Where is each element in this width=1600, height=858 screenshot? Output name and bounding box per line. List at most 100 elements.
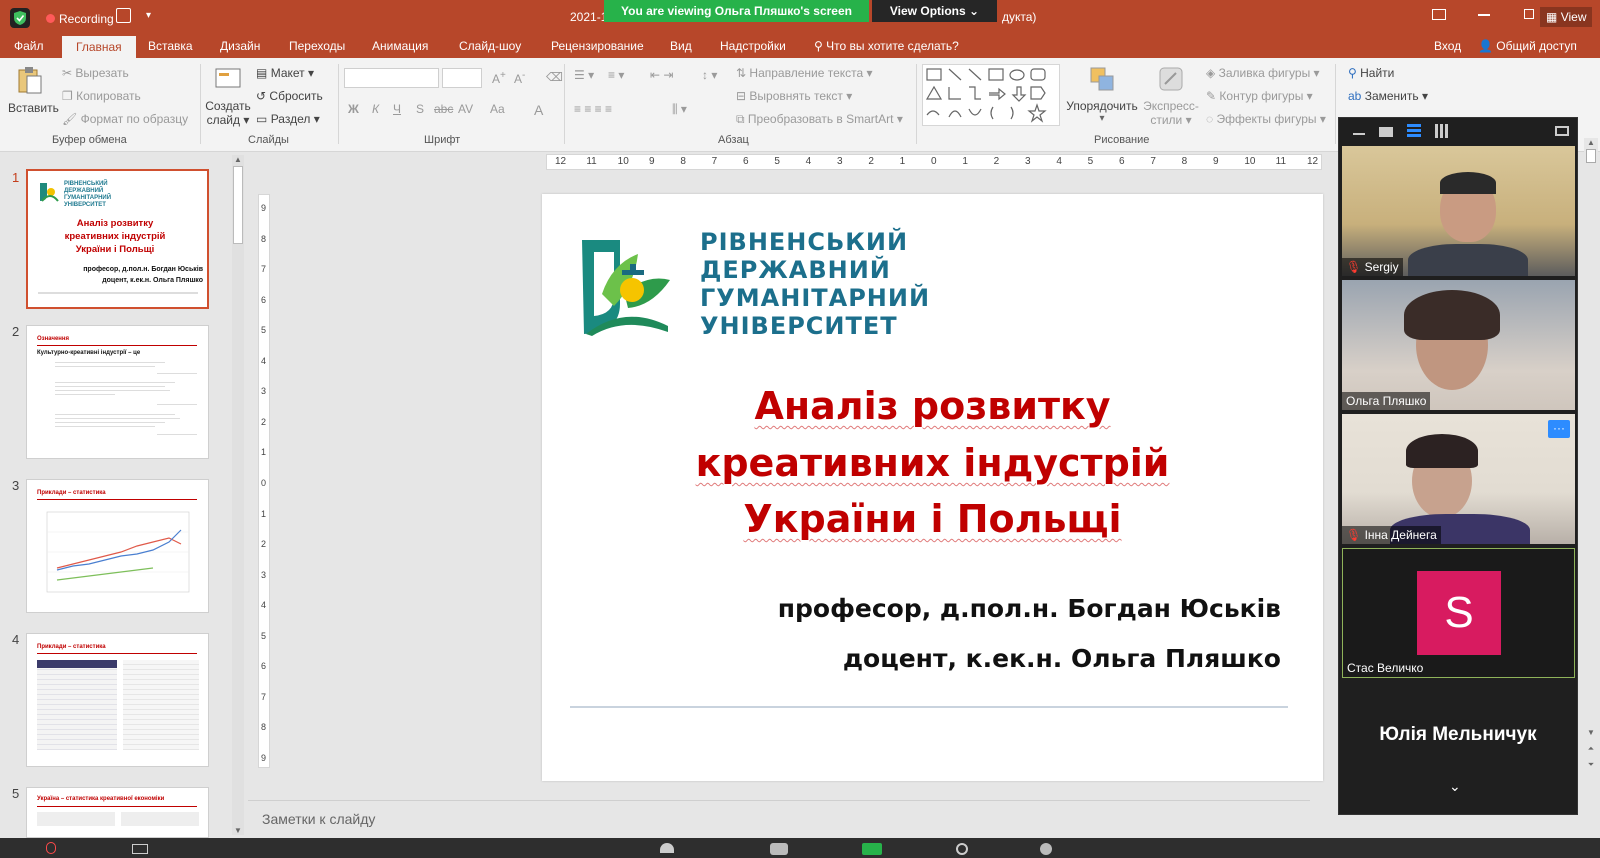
shape-outline-button[interactable]: ✎ Контур фигуры ▾	[1206, 89, 1313, 103]
change-case-button[interactable]: Aa	[490, 102, 505, 116]
participant-video-sergiy[interactable]: 🎙 Sergiy	[1342, 146, 1575, 276]
shadow-button[interactable]: S	[416, 102, 424, 116]
author-line-2[interactable]: доцент, к.ек.н. Ольга Пляшко	[843, 644, 1281, 673]
view-options-button[interactable]: View Options ⌄	[872, 0, 997, 22]
gallery-view-icon[interactable]	[1435, 124, 1449, 138]
customize-qat-icon[interactable]: ▾	[146, 10, 151, 21]
minimize-icon[interactable]	[1478, 14, 1490, 16]
scroll-down-icon[interactable]: ▼	[232, 826, 244, 835]
tab-insert[interactable]: Вставка	[148, 34, 193, 58]
minimize-icon[interactable]	[1353, 133, 1365, 135]
tab-home[interactable]: Главная	[62, 36, 136, 58]
columns-icon[interactable]: ⫼ ▾	[672, 102, 687, 117]
align-text-button[interactable]: ⊟ Выровнять текст ▾	[736, 89, 852, 103]
smartart-button[interactable]: ⧉ Преобразовать в SmartArt ▾	[736, 112, 903, 127]
chat-icon[interactable]	[770, 843, 788, 855]
record-icon[interactable]	[956, 843, 968, 855]
prev-slide-icon[interactable]: ⏶	[1584, 744, 1598, 754]
shrink-font-icon[interactable]: A-	[514, 70, 525, 86]
participant-video-inna[interactable]: ··· 🎙 Інна Дейнега	[1342, 414, 1575, 544]
scrollbar-thumb[interactable]	[233, 166, 243, 244]
section-button[interactable]: ▭ Раздел ▾	[256, 112, 320, 126]
speaker-view-icon[interactable]	[1379, 127, 1393, 137]
slide-thumbnail-5[interactable]: Україна – статистика креативної економік…	[26, 787, 209, 838]
video-icon[interactable]	[132, 844, 148, 854]
slide-thumbnail-4[interactable]: Приклади – статистика	[26, 633, 209, 767]
shapes-gallery[interactable]	[922, 64, 1060, 126]
strikethrough-button[interactable]: abc	[434, 102, 453, 116]
replace-button[interactable]: ab Заменить ▾	[1348, 89, 1428, 103]
grow-font-icon[interactable]: A+	[492, 70, 506, 86]
restore-icon[interactable]	[1524, 9, 1534, 19]
shape-fill-button[interactable]: ◈ Заливка фигуры ▾	[1206, 66, 1320, 80]
strip-view-icon[interactable]	[1407, 124, 1421, 138]
slide-scrollbar[interactable]: ▲ ▼ ⏶ ⏷	[1584, 138, 1598, 782]
scroll-up-icon[interactable]: ▲	[1584, 138, 1598, 147]
cut-button[interactable]: ✂ Вырезать	[62, 66, 129, 80]
more-options-icon[interactable]: ···	[1548, 420, 1570, 438]
copy-button[interactable]: ❐ Копировать	[62, 89, 141, 103]
font-size-select[interactable]	[442, 68, 482, 88]
tab-review[interactable]: Рецензирование	[551, 34, 644, 58]
slide-thumbnail-2[interactable]: Означення Культурно-креативні індустрії …	[26, 325, 209, 459]
signin-link[interactable]: Вход	[1434, 34, 1461, 58]
view-button[interactable]: ▦ View	[1540, 7, 1593, 27]
text-direction-button[interactable]: ⇅ Направление текста ▾	[736, 66, 873, 80]
indent-icon[interactable]: ⇤ ⇥	[650, 68, 673, 82]
tell-me-search[interactable]: ⚲ Что вы хотите сделать?	[814, 34, 959, 58]
bullets-icon[interactable]: ☰ ▾	[574, 68, 594, 82]
mic-icon[interactable]	[46, 842, 56, 854]
underline-button[interactable]: Ч	[393, 102, 401, 116]
italic-button[interactable]: К	[372, 102, 379, 116]
scrollbar-thumb[interactable]	[1586, 149, 1596, 163]
participant-avatar-stas[interactable]: S Стас Величко	[1342, 548, 1575, 678]
quick-styles-button[interactable]: Экспресс-стили ▾	[1140, 64, 1202, 127]
participants-icon[interactable]	[660, 843, 674, 853]
tab-animations[interactable]: Анимация	[372, 34, 428, 58]
find-button[interactable]: ⚲ Найти	[1348, 66, 1394, 80]
char-spacing-button[interactable]: AV	[458, 102, 473, 116]
paste-button[interactable]: Вставить	[8, 64, 59, 130]
font-color-button[interactable]: A	[534, 102, 543, 118]
slide-title-line-3[interactable]: України і Польщі	[542, 497, 1323, 541]
clear-format-icon[interactable]: ⌫	[546, 70, 563, 84]
tab-design[interactable]: Дизайн	[220, 34, 260, 58]
tab-view[interactable]: Вид	[670, 34, 692, 58]
bold-button[interactable]: Ж	[348, 102, 359, 116]
chevron-down-icon[interactable]: ⌄	[1449, 778, 1461, 795]
reactions-icon[interactable]	[1040, 843, 1052, 855]
author-line-1[interactable]: професор, д.пол.н. Богдан Юськів	[778, 594, 1281, 623]
format-painter-button[interactable]: 🖌 Формат по образцу	[62, 112, 188, 126]
popout-icon[interactable]	[1555, 126, 1569, 136]
scroll-down-icon[interactable]: ▼	[1584, 728, 1598, 737]
notes-placeholder[interactable]: Заметки к слайду	[262, 811, 375, 827]
slide-thumbnail-1[interactable]: РІВНЕНСЬКИЙ ДЕРЖАВНИЙ ГУМАНІТАРНИЙ УНІВЕ…	[26, 169, 209, 309]
tab-file[interactable]: Файл	[14, 34, 44, 58]
slide-title-line-2[interactable]: креативних індустрій	[542, 441, 1323, 485]
notes-pane[interactable]: Заметки к слайду	[248, 800, 1310, 837]
save-icon[interactable]	[116, 8, 131, 23]
tab-slideshow[interactable]: Слайд-шоу	[459, 34, 521, 58]
next-slide-icon[interactable]: ⏷	[1584, 760, 1598, 770]
slide-thumbnail-3[interactable]: Приклади – статистика	[26, 479, 209, 613]
participant-video-olga[interactable]: Ольга Пляшко	[1342, 280, 1575, 410]
scroll-up-icon[interactable]: ▲	[232, 155, 244, 164]
font-name-select[interactable]	[344, 68, 439, 88]
layout-button[interactable]: ▤ Макет ▾	[256, 66, 314, 80]
share-button[interactable]: 👤 Общий доступ	[1478, 34, 1577, 58]
new-slide-button[interactable]: Создать слайд ▾	[205, 64, 251, 127]
reset-button[interactable]: ↺ Сбросить	[256, 89, 323, 103]
arrange-button[interactable]: Упорядочить ▾	[1064, 64, 1140, 124]
line-spacing-icon[interactable]: ↕ ▾	[702, 68, 717, 82]
align-icons[interactable]: ≡ ≡ ≡ ≡	[574, 102, 612, 116]
share-screen-icon[interactable]	[862, 843, 882, 855]
recording-indicator[interactable]: Recording	[46, 12, 114, 26]
shape-effects-button[interactable]: ◌ Эффекты фигуры ▾	[1206, 112, 1326, 126]
ribbon-display-icon[interactable]	[1432, 9, 1446, 20]
numbering-icon[interactable]: ≡ ▾	[608, 68, 624, 82]
thumbnail-scrollbar[interactable]: ▲ ▼	[232, 155, 244, 835]
tab-transitions[interactable]: Переходы	[289, 34, 345, 58]
slide-canvas[interactable]: РІВНЕНСЬКИЙ ДЕРЖАВНИЙ ГУМАНІТАРНИЙ УНІВЕ…	[542, 194, 1323, 781]
tab-addins[interactable]: Надстройки	[720, 34, 786, 58]
slide-title-line-1[interactable]: Аналіз розвитку	[542, 384, 1323, 428]
